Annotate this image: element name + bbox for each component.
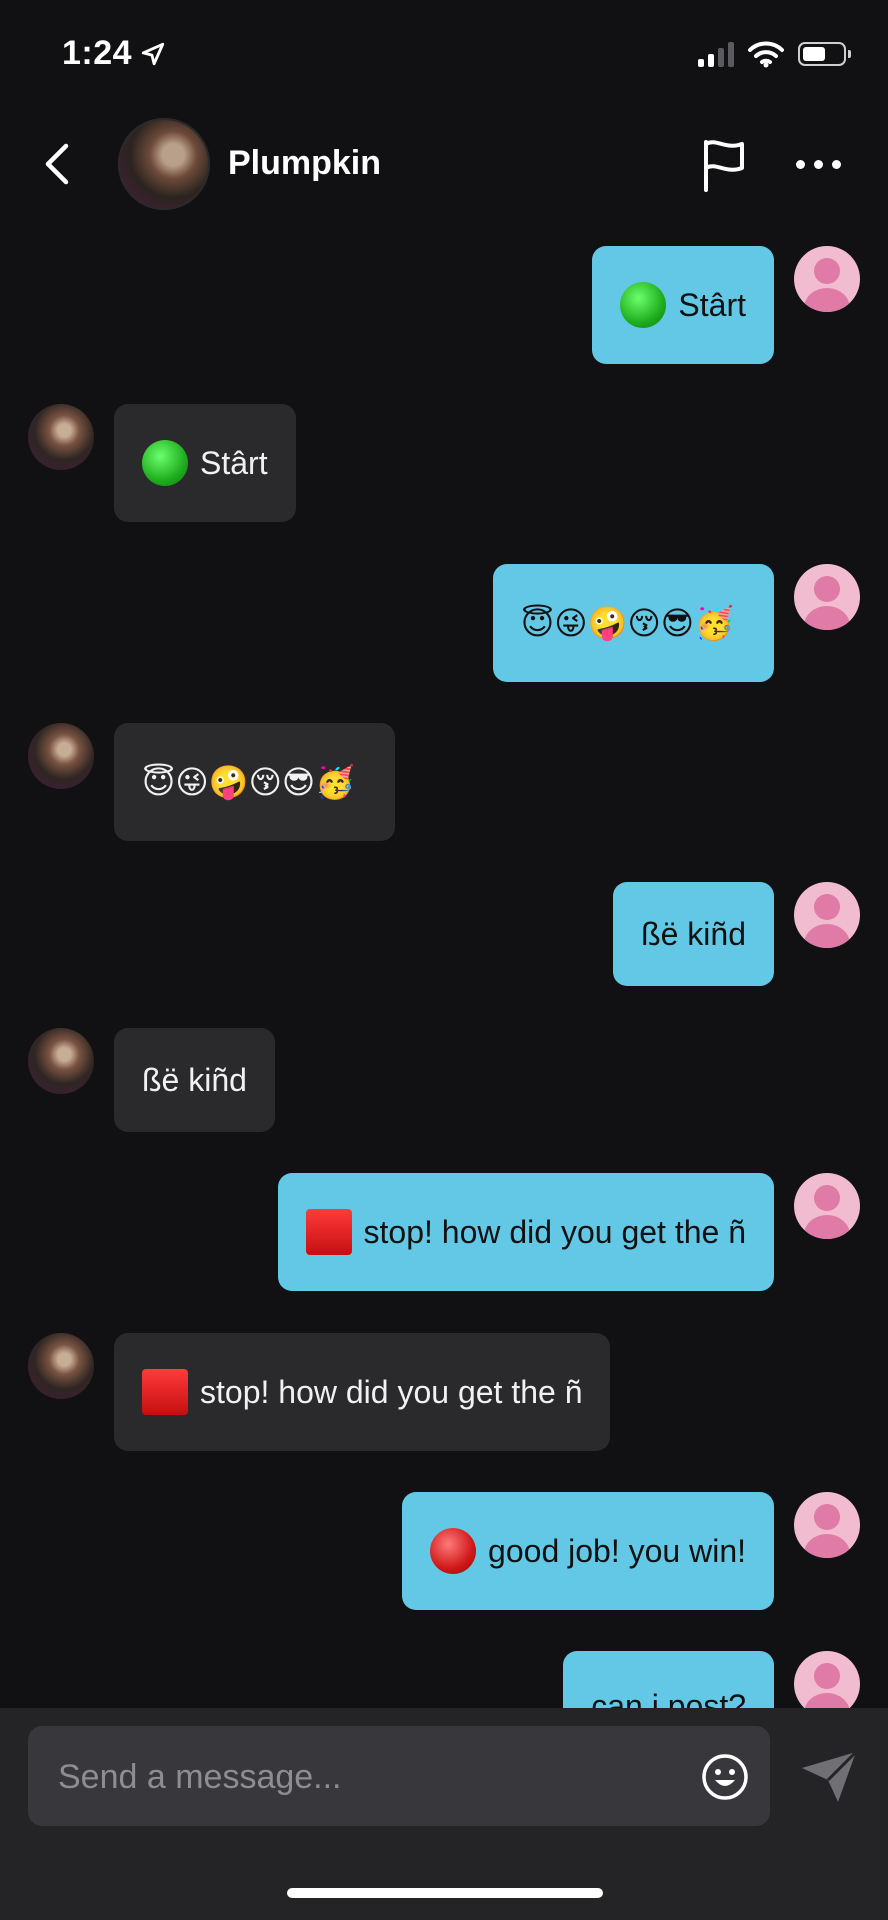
message-text: Stârt: [200, 445, 268, 481]
message-bubble[interactable]: stop! how did you get the ñ: [114, 1333, 611, 1451]
message-outgoing: can i post?: [0, 1651, 888, 1708]
wifi-icon: [748, 41, 784, 68]
status-bar: 1:24: [0, 0, 888, 110]
more-options-icon[interactable]: [796, 146, 852, 182]
red-square-emoji: [305, 1209, 352, 1255]
green-circle-emoji: [620, 282, 667, 328]
message-list[interactable]: Stârt Stârt 😇😜🤪😚😎🥳 😇😜🤪😚😎🥳 ßë kiñd ßë kiñ…: [0, 220, 888, 1708]
green-circle-emoji: [142, 440, 188, 486]
message-outgoing: stop! how did you get the ñ: [0, 1173, 888, 1293]
send-icon[interactable]: [798, 1748, 860, 1806]
message-bubble[interactable]: ßë kiñd: [613, 882, 774, 986]
status-time-text: 1:24: [62, 34, 133, 72]
user-avatar: [794, 1492, 860, 1558]
battery-icon: [798, 42, 851, 66]
emoji-picker-icon[interactable]: [700, 1752, 750, 1802]
message-bubble[interactable]: can i post?: [563, 1651, 774, 1708]
message-outgoing: Stârt: [0, 246, 888, 366]
message-bubble[interactable]: 😇😜🤪😚😎🥳: [492, 564, 774, 682]
user-avatar: [794, 882, 860, 948]
user-avatar: [794, 246, 860, 312]
message-text: Stârt: [678, 287, 746, 323]
message-composer: Send a message...: [0, 1708, 888, 1920]
contact-avatar-small: [28, 1333, 94, 1399]
message-bubble[interactable]: 😇😜🤪😚😎🥳: [114, 723, 396, 841]
red-circle-emoji: [430, 1528, 477, 1574]
message-input-placeholder: Send a message...: [58, 1758, 342, 1796]
message-incoming: stop! how did you get the ñ: [0, 1333, 888, 1453]
message-input[interactable]: Send a message...: [28, 1726, 770, 1826]
message-text: ßë kiñd: [142, 1062, 247, 1098]
contact-avatar-small: [28, 404, 94, 470]
message-outgoing: 😇😜🤪😚😎🥳: [0, 564, 888, 684]
user-avatar: [794, 1173, 860, 1239]
home-indicator: [287, 1888, 603, 1898]
message-outgoing: ßë kiñd: [0, 882, 888, 988]
message-outgoing: good job! you win!: [0, 1492, 888, 1612]
message-incoming: ßë kiñd: [0, 1028, 888, 1134]
red-square-emoji: [142, 1369, 188, 1415]
message-text: stop! how did you get the ñ: [200, 1374, 583, 1410]
signal-strength-icon: [698, 41, 734, 67]
message-incoming: Stârt: [0, 404, 888, 524]
message-bubble[interactable]: Stârt: [592, 246, 774, 364]
contact-avatar[interactable]: [118, 118, 210, 210]
message-bubble[interactable]: Stârt: [114, 404, 296, 522]
message-text: good job! you win!: [488, 1533, 746, 1569]
message-text: ßë kiñd: [641, 916, 746, 952]
emoji-sequence: 😇😜🤪😚😎🥳: [520, 604, 734, 642]
chat-header: Plumpkin: [0, 110, 888, 220]
user-avatar: [794, 1651, 860, 1708]
message-bubble[interactable]: good job! you win!: [402, 1492, 774, 1610]
message-bubble[interactable]: ßë kiñd: [114, 1028, 275, 1132]
contact-avatar-small: [28, 1028, 94, 1094]
status-time: 1:24: [62, 34, 166, 73]
message-text: stop! how did you get the ñ: [363, 1214, 746, 1250]
contact-name[interactable]: Plumpkin: [228, 144, 381, 183]
message-bubble[interactable]: stop! how did you get the ñ: [277, 1173, 774, 1291]
back-chevron-icon[interactable]: [32, 134, 82, 194]
status-indicators: [698, 40, 851, 68]
contact-avatar-small: [28, 723, 94, 789]
user-avatar: [794, 564, 860, 630]
emoji-sequence: 😇😜🤪😚😎🥳: [142, 763, 356, 801]
report-flag-icon[interactable]: [696, 134, 752, 194]
message-incoming: 😇😜🤪😚😎🥳: [0, 723, 888, 843]
location-arrow-icon: [141, 42, 165, 65]
message-text: can i post?: [591, 1688, 746, 1708]
